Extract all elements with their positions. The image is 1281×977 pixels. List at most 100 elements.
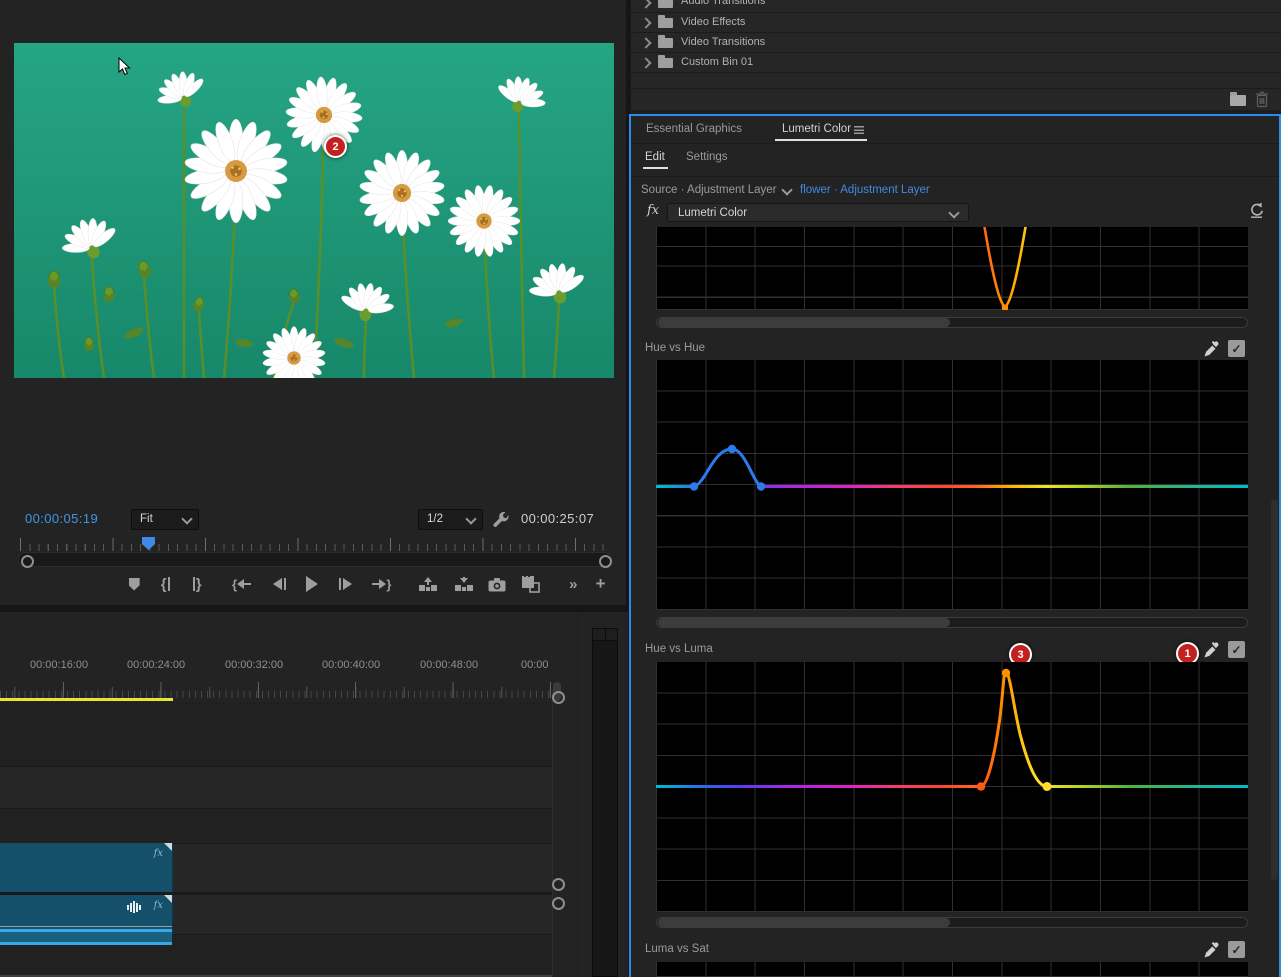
- video-clip[interactable]: fx: [0, 843, 173, 892]
- add-button-plus[interactable]: +: [591, 572, 610, 596]
- chevron-down-icon: [465, 513, 476, 524]
- curve-top-scrollbar-thumb[interactable]: [658, 318, 950, 327]
- add-marker-button[interactable]: [120, 572, 148, 596]
- hue-vs-hue-label: Hue vs Hue: [645, 342, 705, 354]
- clip-fx-badge: fx: [154, 848, 163, 859]
- active-tab-underline: [775, 139, 867, 141]
- bin-expand-chevron[interactable]: [640, 17, 651, 28]
- play-button[interactable]: [296, 572, 329, 596]
- comparison-view-icon: [521, 575, 541, 593]
- timeline-ruler-label: 00:00: [521, 659, 549, 671]
- mark-out-button[interactable]: }: [182, 572, 212, 596]
- step-back-button[interactable]: [263, 572, 296, 596]
- bin-expand-chevron[interactable]: [640, 0, 651, 9]
- audio-clip[interactable]: fx: [0, 895, 173, 935]
- hue-vs-hue-enable-checkbox[interactable]: [1228, 340, 1245, 357]
- monitor-scrollbar-right-handle[interactable]: [599, 555, 612, 568]
- track-keyframe-handle[interactable]: [552, 691, 565, 704]
- bin-label: Video Effects: [681, 16, 745, 28]
- extract-icon: [455, 576, 473, 592]
- settings-wrench-icon[interactable]: [492, 511, 511, 530]
- monitor-ruler-major-ticks: [20, 538, 610, 551]
- work-area-bar[interactable]: [0, 698, 173, 701]
- bin-label: Custom Bin 01: [681, 56, 753, 68]
- chevron-down-icon: [948, 207, 959, 218]
- source-label: Source · Adjustment Layer: [641, 184, 777, 196]
- timeline-ruler-label: 00:00:32:00: [225, 659, 283, 671]
- target-clip-label[interactable]: flower · Adjustment Layer: [800, 184, 930, 196]
- folder-icon: [658, 58, 673, 68]
- audio-waveform-fill: [0, 932, 172, 942]
- clip-fold-corner: [164, 895, 172, 903]
- hue-vs-hue-scrollbar-thumb[interactable]: [658, 618, 950, 627]
- panel-divider-horizontal: [0, 605, 628, 612]
- effect-dropdown[interactable]: Lumetri Color: [667, 203, 969, 222]
- timeline-clip-area: 00:00:16:00 00:00:24:00 00:00:32:00 00:0…: [0, 612, 577, 977]
- transport-controls: { } { }: [120, 572, 610, 596]
- folder-icon: [658, 0, 673, 8]
- timeline-ruler-label: 00:00:40:00: [322, 659, 380, 671]
- lift-button[interactable]: [408, 572, 448, 596]
- bin-expand-chevron[interactable]: [640, 37, 651, 48]
- more-buttons-chevron[interactable]: »: [555, 572, 591, 596]
- hue-vs-hue-eyedropper-icon[interactable]: [1203, 339, 1219, 358]
- luma-vs-sat-curve-grid[interactable]: [656, 962, 1248, 977]
- audio-meter: [592, 628, 618, 977]
- subtab-edit[interactable]: Edit: [645, 151, 665, 163]
- effect-dropdown-value: Lumetri Color: [678, 207, 747, 219]
- step-forward-icon: [343, 578, 352, 590]
- bin-row-custom-bin-01[interactable]: Custom Bin 01: [630, 52, 1281, 72]
- go-to-out-button[interactable]: }: [362, 572, 403, 596]
- bin-row-video-transitions[interactable]: Video Transitions: [630, 32, 1281, 52]
- delete-trash-button[interactable]: [1255, 91, 1269, 108]
- hue-vs-luma-eyedropper-icon[interactable]: [1203, 640, 1219, 659]
- monitor-scrollbar[interactable]: [18, 552, 612, 567]
- timeline-right-edge: [552, 690, 553, 977]
- mark-in-button[interactable]: {: [148, 572, 182, 596]
- extract-button[interactable]: [448, 572, 481, 596]
- zoom-level-dropdown[interactable]: Fit: [131, 509, 199, 530]
- hue-vs-hue-baseline-left: [656, 485, 698, 488]
- new-bin-button[interactable]: [1230, 95, 1246, 106]
- audio-meter-right-channel: [606, 629, 617, 641]
- monitor-duration-timecode: 00:00:25:07: [521, 511, 594, 526]
- bin-row-audio-transitions[interactable]: Audio Transitions: [630, 0, 1281, 12]
- monitor-scrollbar-left-handle[interactable]: [21, 555, 34, 568]
- luma-vs-sat-enable-checkbox[interactable]: [1228, 941, 1245, 958]
- hue-vs-luma-scrollbar-thumb[interactable]: [658, 918, 950, 927]
- bin-expand-chevron[interactable]: [640, 57, 651, 68]
- subtab-settings[interactable]: Settings: [686, 151, 728, 163]
- curve-grid-top[interactable]: [656, 227, 1248, 310]
- mouse-cursor: [118, 57, 132, 76]
- go-to-out-icon: }: [386, 577, 391, 592]
- track-keyframe-handle[interactable]: [552, 897, 565, 910]
- timeline-ruler-label: 00:00:48:00: [420, 659, 478, 671]
- audio-waveform-icon: [127, 901, 141, 913]
- tab-lumetri-color[interactable]: Lumetri Color: [782, 123, 851, 135]
- mark-out-icon: }: [196, 576, 202, 593]
- callout-badge-2: 2: [324, 135, 347, 158]
- hue-vs-luma-enable-checkbox[interactable]: [1228, 641, 1245, 658]
- track-keyframe-handle[interactable]: [552, 878, 565, 891]
- project-bins-list: Audio Transitions Video Effects Video Tr…: [630, 0, 1281, 110]
- lumetri-panel-scrollbar[interactable]: [1271, 500, 1278, 880]
- timeline-ruler-major-ticks: [0, 682, 552, 698]
- luma-vs-sat-eyedropper-icon[interactable]: [1203, 940, 1219, 959]
- comparison-view-button[interactable]: [514, 572, 550, 596]
- clip-fx-badge: fx: [154, 900, 163, 911]
- active-subtab-underline: [643, 167, 668, 169]
- go-to-in-button[interactable]: {: [220, 572, 262, 596]
- bin-label: Audio Transitions: [681, 0, 765, 7]
- step-forward-button[interactable]: [329, 572, 362, 596]
- bin-row-video-effects[interactable]: Video Effects: [630, 12, 1281, 32]
- export-frame-button[interactable]: [481, 572, 514, 596]
- folder-icon: [658, 18, 673, 28]
- monitor-current-timecode[interactable]: 00:00:05:19: [25, 511, 98, 526]
- panel-menu-icon[interactable]: [854, 126, 864, 134]
- hue-vs-luma-label: Hue vs Luma: [645, 643, 713, 655]
- tab-essential-graphics[interactable]: Essential Graphics: [646, 123, 742, 135]
- fx-icon: fx: [647, 203, 659, 218]
- reset-effect-icon[interactable]: [1248, 202, 1265, 219]
- step-back-icon: [273, 578, 282, 590]
- playback-resolution-dropdown[interactable]: 1/2: [418, 509, 483, 530]
